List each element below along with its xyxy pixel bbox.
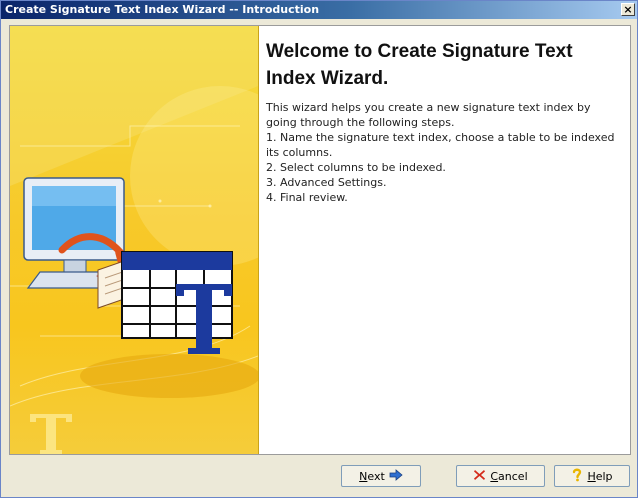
step-item: 3. Advanced Settings.: [266, 176, 387, 189]
arrow-right-icon: [389, 468, 403, 484]
intro-content: Welcome to Create Signature Text Index W…: [266, 38, 622, 205]
help-label: Help: [587, 469, 613, 483]
title-bar[interactable]: Create Signature Text Index Wizard -- In…: [1, 1, 637, 19]
table-icon: [121, 251, 233, 354]
side-illustration-panel: [10, 26, 259, 454]
next-label: Next: [359, 469, 385, 483]
page-title: Welcome to Create Signature Text Index W…: [266, 41, 573, 89]
wizard-window: Create Signature Text Index Wizard -- In…: [0, 0, 638, 498]
intro-text: This wizard helps you create a new signa…: [266, 101, 591, 129]
step-item: 4. Final review.: [266, 191, 348, 204]
window-title: Create Signature Text Index Wizard -- In…: [5, 3, 320, 16]
close-button[interactable]: ×: [621, 3, 635, 16]
next-button[interactable]: Next: [341, 465, 421, 487]
cancel-label: Cancel: [490, 469, 528, 483]
step-item: 2. Select columns to be indexed.: [266, 161, 446, 174]
steps-list: 1. Name the signature text index, choose…: [266, 130, 622, 205]
cancel-button[interactable]: Cancel: [456, 465, 545, 487]
help-button[interactable]: Help: [554, 465, 630, 487]
wizard-illustration: [10, 26, 258, 454]
close-icon: ×: [623, 3, 633, 16]
wizard-body: Welcome to Create Signature Text Index W…: [9, 25, 631, 455]
button-bar: Next Cancel Help: [1, 463, 637, 493]
step-item: 1. Name the signature text index, choose…: [266, 131, 615, 159]
red-x-icon: [473, 469, 486, 484]
question-icon: [571, 468, 583, 485]
